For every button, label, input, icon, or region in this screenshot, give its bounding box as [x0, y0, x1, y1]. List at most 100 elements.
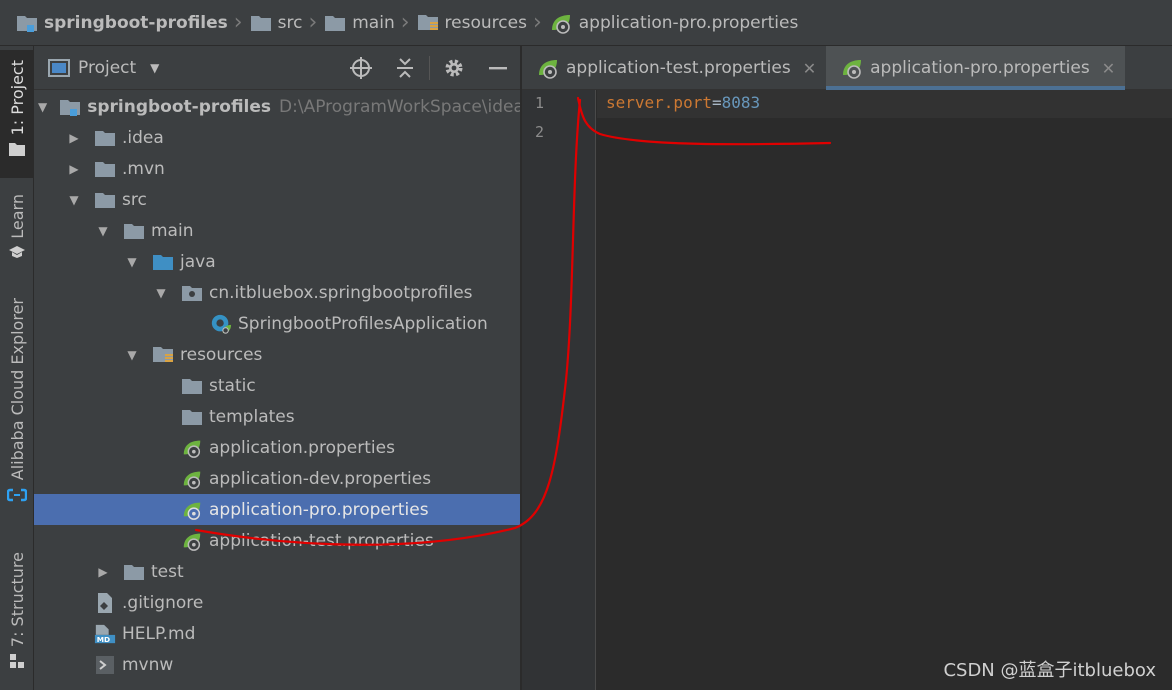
- folder-icon: [94, 189, 116, 211]
- chevron-right-icon: ›: [233, 10, 243, 35]
- toolbar-divider: [429, 56, 430, 80]
- tree-node-label: .mvn: [122, 158, 165, 179]
- tree-node-label: application-dev.properties: [209, 468, 432, 489]
- breadcrumb-item-main[interactable]: main: [324, 0, 395, 46]
- folder-icon: [94, 158, 116, 180]
- project-tool-label: 1: Project: [7, 60, 27, 136]
- project-tool-button[interactable]: 1: Project: [0, 50, 34, 178]
- tree-node-label: templates: [209, 406, 295, 427]
- close-icon[interactable]: ✕: [803, 59, 816, 78]
- expand-arrow-icon[interactable]: ▼: [124, 347, 140, 363]
- expand-arrow-icon[interactable]: ▼: [38, 99, 47, 115]
- tree-node-project-root[interactable]: ▼ springboot-profiles D:\AProgramWorkSpa…: [34, 91, 521, 122]
- expand-arrow-icon[interactable]: ▶: [66, 161, 82, 177]
- folder-icon: [325, 15, 346, 31]
- tree-node-label: src: [122, 189, 147, 210]
- tree-node-label: resources: [180, 344, 263, 365]
- tree-node-folder[interactable]: ▶ test: [34, 556, 520, 587]
- source-folder-icon: [152, 251, 174, 273]
- spring-boot-class-icon: [210, 313, 232, 335]
- expand-arrow-icon[interactable]: ▼: [95, 223, 111, 239]
- tree-node-file-selected[interactable]: application-pro.properties: [34, 494, 520, 525]
- breadcrumb-label: application-pro.properties: [578, 12, 799, 33]
- tree-node-source-folder[interactable]: ▼ java: [34, 246, 520, 277]
- svg-text:MD: MD: [97, 635, 110, 644]
- tree-node-resources-folder[interactable]: ▼ resources: [34, 339, 520, 370]
- project-tool-window: Project ▼ ▼ springboot-profiles D:\AProg…: [34, 46, 521, 690]
- tab-label: application-pro.properties: [870, 58, 1090, 78]
- close-icon[interactable]: ✕: [1102, 59, 1115, 78]
- minimize-icon[interactable]: [476, 46, 520, 90]
- expand-arrow-icon[interactable]: ▼: [66, 192, 82, 208]
- expand-arrow-icon[interactable]: ▶: [95, 564, 111, 580]
- shell-script-icon: [94, 654, 116, 676]
- alibaba-cloud-tool-label: Alibaba Cloud Explorer: [7, 298, 27, 481]
- folder-icon: [250, 15, 271, 31]
- locate-target-icon[interactable]: [339, 46, 383, 90]
- resources-folder-icon: [152, 344, 174, 366]
- tree-node-folder[interactable]: ▶ .mvn: [34, 153, 520, 184]
- tree-node-folder[interactable]: ▶ .idea: [34, 122, 520, 153]
- breadcrumb-item-src[interactable]: src: [250, 0, 303, 46]
- tree-node-file[interactable]: .gitignore: [34, 587, 520, 618]
- chevron-down-icon[interactable]: ▼: [150, 61, 159, 75]
- tab-application-test[interactable]: application-test.properties ✕: [522, 46, 826, 90]
- breadcrumb-item-file[interactable]: application-pro.properties: [549, 0, 799, 46]
- tree-node-file[interactable]: application.properties: [34, 432, 520, 463]
- editor-tab-bar: application-test.properties ✕ applicatio…: [522, 46, 1172, 90]
- spring-properties-icon: [843, 60, 862, 79]
- alibaba-cloud-tool-button[interactable]: Alibaba Cloud Explorer: [0, 292, 34, 514]
- gitignore-file-icon: [94, 592, 116, 614]
- code-editor[interactable]: server.port=8083: [597, 90, 1172, 690]
- project-view-icon: [48, 58, 70, 77]
- structure-tool-button[interactable]: 7: Structure: [0, 546, 34, 676]
- project-path-hint: D:\AProgramWorkSpace\idea\s: [279, 96, 521, 117]
- spring-properties-icon: [539, 60, 557, 79]
- line-number: 2: [534, 123, 544, 141]
- spring-properties-icon: [181, 437, 203, 459]
- gear-icon[interactable]: [432, 46, 476, 90]
- tree-node-package[interactable]: ▼ cn.itbluebox.springbootprofiles: [34, 277, 520, 308]
- breadcrumb-label: springboot-profiles: [44, 12, 228, 33]
- markdown-file-icon: MD: [94, 623, 116, 645]
- tree-node-folder[interactable]: templates: [34, 401, 520, 432]
- breadcrumb-label: main: [352, 12, 395, 33]
- navigation-breadcrumb: springboot-profiles › src › main › resou…: [0, 0, 1172, 46]
- breadcrumb-label: src: [277, 12, 303, 33]
- code-line-1[interactable]: server.port=8083: [606, 93, 760, 112]
- tree-node-label: SpringbootProfilesApplication: [238, 313, 488, 334]
- tree-node-file[interactable]: mvnw: [34, 649, 520, 680]
- breadcrumb-item-resources[interactable]: resources: [417, 0, 527, 46]
- folder-icon: [181, 375, 203, 397]
- tree-node-label: cn.itbluebox.springbootprofiles: [209, 282, 473, 303]
- tab-label: application-test.properties: [566, 58, 791, 78]
- folder-icon: [123, 220, 145, 242]
- tree-node-folder[interactable]: ▼ src: [34, 184, 520, 215]
- tree-node-label: main: [151, 220, 194, 241]
- alibaba-cloud-icon: [7, 489, 27, 502]
- learn-tool-button[interactable]: Learn: [0, 186, 34, 264]
- learn-tool-label: Learn: [7, 194, 27, 239]
- tree-node-folder[interactable]: static: [34, 370, 520, 401]
- project-header-toolbar: [339, 46, 520, 90]
- expand-arrow-icon[interactable]: ▶: [66, 130, 82, 146]
- property-key: server.port: [606, 93, 712, 112]
- tree-node-class[interactable]: SpringbootProfilesApplication: [34, 308, 520, 339]
- tab-application-pro[interactable]: application-pro.properties ✕: [826, 46, 1126, 90]
- tree-node-folder[interactable]: ▼ main: [34, 215, 520, 246]
- package-icon: [181, 282, 203, 304]
- tree-node-file[interactable]: application-test.properties: [34, 525, 520, 556]
- watermark-text: CSDN @蓝盒子itbluebox: [943, 660, 1156, 681]
- tree-node-file[interactable]: application-dev.properties: [34, 463, 520, 494]
- breadcrumb-item-project[interactable]: springboot-profiles: [16, 0, 228, 46]
- module-folder-icon: [59, 96, 81, 118]
- property-value: 8083: [721, 93, 761, 112]
- expand-arrow-icon[interactable]: ▼: [124, 254, 140, 270]
- tree-node-file[interactable]: MD HELP.md: [34, 618, 520, 649]
- resources-folder-icon: [417, 14, 438, 30]
- tree-node-label: application-pro.properties: [209, 499, 429, 520]
- collapse-all-icon[interactable]: [383, 46, 427, 90]
- project-view-title[interactable]: Project: [78, 58, 136, 78]
- expand-arrow-icon[interactable]: ▼: [153, 285, 169, 301]
- graduation-cap-icon: [9, 245, 25, 258]
